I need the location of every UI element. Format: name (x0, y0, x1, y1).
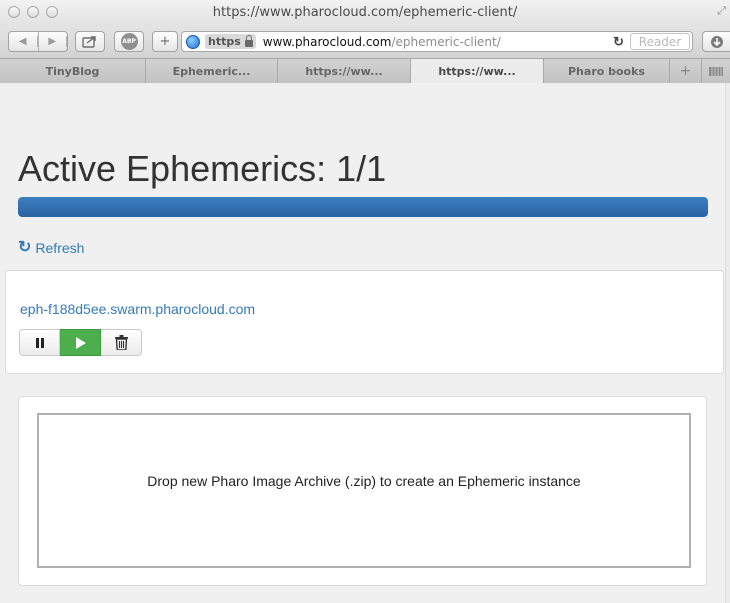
tab-ephemeric[interactable]: Ephemeric... (146, 59, 278, 83)
vertical-scrollbar[interactable] (725, 83, 730, 603)
tab-bar: TinyBlog Ephemeric... https://ww... http… (0, 58, 730, 83)
tab-label: https://ww... (305, 64, 383, 78)
tab-grid-icon (709, 66, 723, 76)
adblock-icon: ABP (120, 33, 138, 50)
browser-toolbar: ◀ ▶ ABP + https www.pharocloud.com/ephem… (0, 26, 730, 58)
pause-icon (35, 337, 44, 348)
tab-label: https://ww... (438, 64, 516, 78)
tab-pharo-books[interactable]: Pharo books (544, 59, 670, 83)
download-button[interactable] (702, 31, 730, 52)
tab-label: Ephemeric... (172, 64, 251, 78)
window-titlebar: https://www.pharocloud.com/ephemeric-cli… (0, 0, 730, 26)
page-title: Active Ephemerics: 1/1 (18, 148, 387, 189)
refresh-icon: ↻ (18, 239, 32, 256)
tab-https-1[interactable]: https://ww... (278, 59, 411, 83)
plus-icon: + (679, 63, 692, 79)
fullscreen-icon[interactable]: ⤢ (717, 5, 726, 18)
forward-arrow-icon: ▶ (39, 36, 67, 47)
reader-button[interactable]: Reader (630, 33, 690, 50)
nav-button-group: ◀ ▶ (8, 31, 68, 52)
url-path: /ephemeric-client/ (391, 34, 501, 49)
tab-tinyblog[interactable]: TinyBlog (0, 59, 146, 83)
upload-panel: Drop new Pharo Image Archive (.zip) to c… (18, 396, 707, 586)
tab-label: Pharo books (568, 64, 645, 78)
globe-icon (186, 34, 200, 49)
https-badge: https (205, 34, 256, 49)
instance-hostname-link[interactable]: eph-f188d5ee.swarm.pharocloud.com (20, 301, 255, 317)
reload-icon[interactable]: ↻ (613, 34, 624, 50)
instance-controls (19, 329, 142, 356)
delete-button[interactable] (101, 329, 142, 356)
back-button[interactable]: ◀ (9, 32, 39, 51)
drop-zone-text: Drop new Pharo Image Archive (.zip) to c… (147, 472, 581, 489)
pause-button[interactable] (19, 329, 60, 356)
play-icon (76, 336, 86, 349)
instance-panel: eph-f188d5ee.swarm.pharocloud.com (5, 270, 724, 374)
window-title: https://www.pharocloud.com/ephemeric-cli… (212, 5, 518, 20)
page-content: Active Ephemerics: 1/1 ↻ Refresh eph-f18… (0, 83, 725, 603)
refresh-label: Refresh (35, 240, 85, 256)
lock-icon (244, 34, 253, 47)
forward-button[interactable]: ▶ (39, 32, 67, 51)
plus-icon: + (159, 34, 171, 49)
progress-fill (18, 197, 708, 217)
adblock-button[interactable]: ABP (114, 31, 144, 52)
tab-https-active[interactable]: https://ww... (411, 59, 544, 83)
share-button[interactable] (75, 31, 105, 52)
add-bookmark-button[interactable]: + (152, 31, 178, 52)
tab-overview-button[interactable] (702, 59, 730, 83)
address-bar[interactable]: https www.pharocloud.com/ephemeric-clien… (181, 31, 693, 52)
https-label: https (208, 35, 241, 48)
image-drop-zone[interactable]: Drop new Pharo Image Archive (.zip) to c… (37, 413, 691, 568)
new-tab-button[interactable]: + (670, 59, 702, 83)
play-button[interactable] (60, 329, 101, 356)
trash-icon (114, 335, 128, 350)
refresh-link[interactable]: ↻ Refresh (18, 239, 85, 257)
url-host: www.pharocloud.com (262, 34, 392, 49)
download-icon (710, 35, 723, 48)
back-arrow-icon: ◀ (9, 36, 38, 47)
tab-label: TinyBlog (45, 64, 100, 78)
share-icon (82, 36, 96, 48)
ephemerics-progress-bar (18, 197, 708, 217)
